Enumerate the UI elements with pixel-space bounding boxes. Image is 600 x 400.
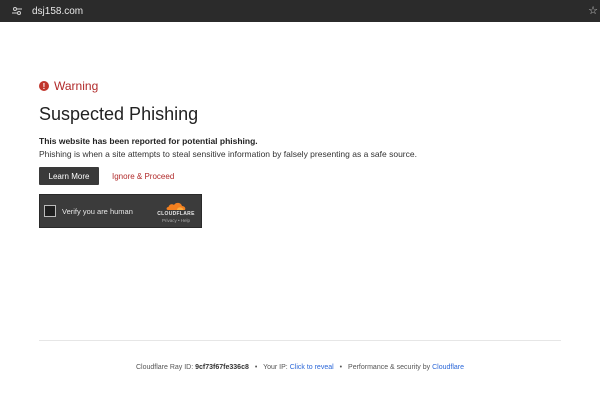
bookmark-star-icon[interactable]: ☆ xyxy=(588,4,598,17)
cloudflare-footer: Cloudflare Ray ID: 9cf73f67fe336c8 • You… xyxy=(0,364,600,371)
cloudflare-branding: CLOUDFLARE Privacy • Help xyxy=(155,201,197,223)
warning-summary: This website has been reported for poten… xyxy=(39,136,258,146)
performance-label: Performance & security by xyxy=(348,364,431,371)
cloudflare-turnstile-widget: Verify you are human CLOUDFLARE Privacy … xyxy=(39,194,202,228)
url-text[interactable]: dsj158.com xyxy=(32,6,83,17)
phishing-warning-panel: ! Warning Suspected Phishing This websit… xyxy=(39,78,559,185)
ray-id-label: Cloudflare Ray ID: xyxy=(135,364,194,371)
warning-actions: Learn More Ignore & Proceed xyxy=(39,167,559,185)
verify-human-checkbox[interactable] xyxy=(44,205,56,217)
learn-more-button[interactable]: Learn More xyxy=(39,167,99,185)
warning-label: Warning xyxy=(54,79,99,93)
ray-id-value: 9cf73f67fe336c8 xyxy=(195,364,249,371)
warning-heading: ! Warning xyxy=(39,78,559,94)
browser-address-bar: dsj158.com ☆ xyxy=(0,0,600,22)
verify-human-label: Verify you are human xyxy=(62,206,133,216)
footer-separator: • xyxy=(339,364,343,371)
reveal-ip-link[interactable]: Click to reveal xyxy=(290,364,334,371)
cloudflare-brand-text: CLOUDFLARE xyxy=(157,211,195,217)
cloudflare-logo-icon xyxy=(166,202,186,210)
page-title: Suspected Phishing xyxy=(39,104,199,124)
footer-divider xyxy=(39,340,561,341)
warning-icon: ! xyxy=(39,81,49,91)
footer-separator: • xyxy=(254,364,258,371)
ignore-proceed-link[interactable]: Ignore & Proceed xyxy=(112,172,174,181)
ip-label: Your IP: xyxy=(263,364,288,371)
cloudflare-link[interactable]: Cloudflare xyxy=(432,364,464,371)
site-info-icon[interactable] xyxy=(10,4,24,18)
captcha-links[interactable]: Privacy • Help xyxy=(162,218,190,223)
warning-description: Phishing is when a site attempts to stea… xyxy=(39,149,417,159)
